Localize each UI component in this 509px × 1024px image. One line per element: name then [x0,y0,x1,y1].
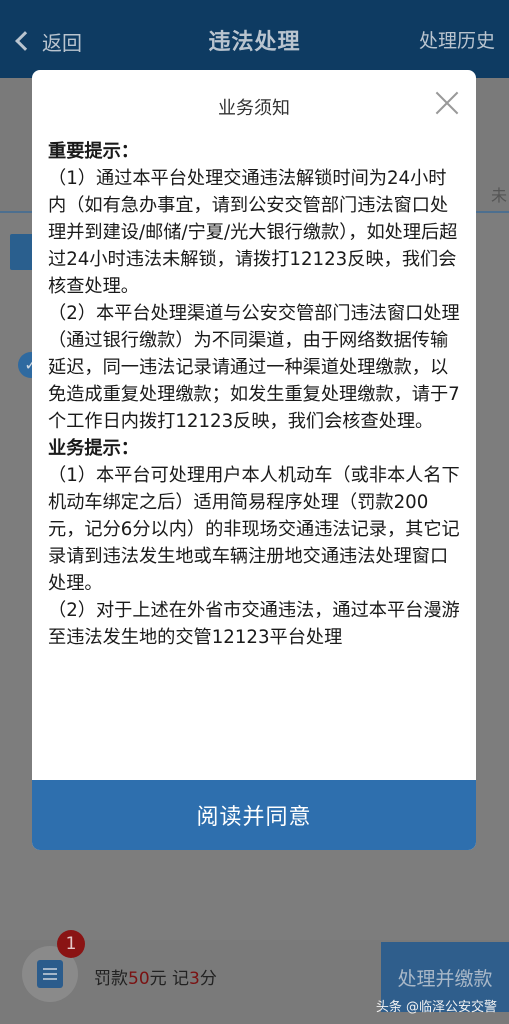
business-item-2: （2）对于上述在外省市交通违法，通过本平台漫游至违法发生地的交管12123平台处… [48,600,460,648]
agree-button[interactable]: 阅读并同意 [32,780,476,850]
fine-summary: 罚款50元 记3分 [94,964,217,989]
fine-prefix: 罚款 [94,969,128,989]
business-item-1: （1）本平台可处理用户本人机动车（或非本人名下机动车绑定之后）适用简易程序处理（… [48,465,460,594]
points-value: 3 [189,969,200,989]
important-item-2: （2）本平台处理渠道与公安交管部门违法窗口处理（通过银行缴款）为不同渠道，由于网… [48,303,460,432]
fine-amount: 50 [128,969,150,989]
notice-modal: 业务须知 重要提示： （1）通过本平台处理交通违法解锁时间为24小时内（如有急办… [32,70,476,850]
points-unit: 分 [199,969,217,989]
modal-title: 业务须知 [218,98,290,119]
modal-body[interactable]: 重要提示： （1）通过本平台处理交通违法解锁时间为24小时内（如有急办事宜，请到… [48,138,462,778]
nav-bar: 返回 违法处理 处理历史 [0,0,509,78]
section-heading-important: 重要提示： [48,141,139,162]
section-heading-business: 业务提示： [48,438,139,459]
modal-header: 业务须知 [32,70,476,140]
history-button[interactable]: 处理历史 [419,26,495,53]
doc-glyph [37,960,63,988]
close-icon[interactable] [434,90,460,116]
watermark: 头条 @临泽公安交警 [375,1000,497,1015]
important-item-1: （1）通过本平台处理交通违法解锁时间为24小时内（如有急办事宜，请到公安交管部门… [48,168,458,297]
count-badge: 1 [57,930,85,958]
obscured-text: 未 [490,186,507,205]
fine-unit: 元 记 [149,969,190,989]
